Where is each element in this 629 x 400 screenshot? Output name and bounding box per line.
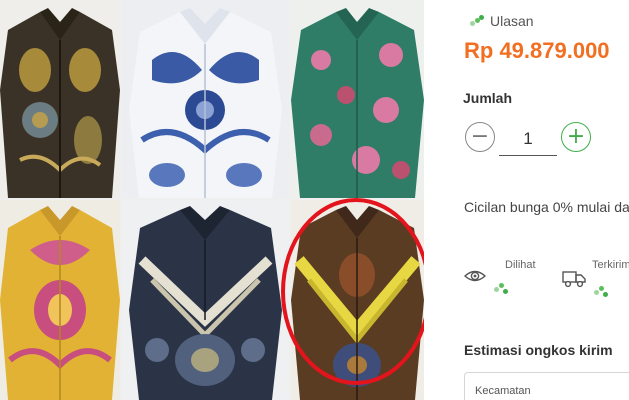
shipping-estimate-title: Estimasi ongkos kirim <box>464 342 613 358</box>
batik-shirt-image <box>122 200 289 400</box>
district-field[interactable]: Kecamatan <box>464 372 629 400</box>
loading-dots-icon <box>494 283 510 295</box>
installment-info: Cicilan bunga 0% mulai da <box>464 199 629 215</box>
batik-shirt-image <box>122 0 289 198</box>
product-detail-panel: Ulasan Rp 49.879.000 Jumlah − + Cicilan … <box>424 0 629 400</box>
product-thumbnail-4[interactable] <box>0 200 120 400</box>
district-placeholder: Kecamatan <box>475 385 531 397</box>
product-thumbnail-3[interactable] <box>291 0 424 198</box>
rating-dots-icon <box>470 15 484 27</box>
product-image-grid <box>0 0 431 400</box>
product-thumbnail-2[interactable] <box>122 0 289 198</box>
plus-icon: + <box>566 124 586 149</box>
loading-dots-icon <box>594 286 610 298</box>
quantity-label: Jumlah <box>463 90 513 106</box>
seen-label: Dilihat <box>505 259 536 271</box>
delivery-truck-icon <box>562 270 586 293</box>
product-thumbnail-5[interactable] <box>122 200 289 400</box>
quantity-decrease-button[interactable]: − <box>465 122 495 152</box>
eye-icon <box>463 268 487 289</box>
reviews-label: Ulasan <box>490 13 534 29</box>
reviews-summary[interactable]: Ulasan <box>470 13 534 29</box>
batik-shirt-image <box>291 0 424 198</box>
highlight-circle <box>281 198 431 385</box>
batik-shirt-image <box>0 0 120 198</box>
sent-label: Terkirim <box>592 259 629 271</box>
quantity-increase-button[interactable]: + <box>561 122 591 152</box>
product-price: Rp 49.879.000 <box>464 38 610 63</box>
minus-icon: − <box>470 124 490 149</box>
product-thumbnail-1[interactable] <box>0 0 120 198</box>
batik-shirt-image <box>0 200 120 400</box>
quantity-input[interactable] <box>499 122 557 156</box>
